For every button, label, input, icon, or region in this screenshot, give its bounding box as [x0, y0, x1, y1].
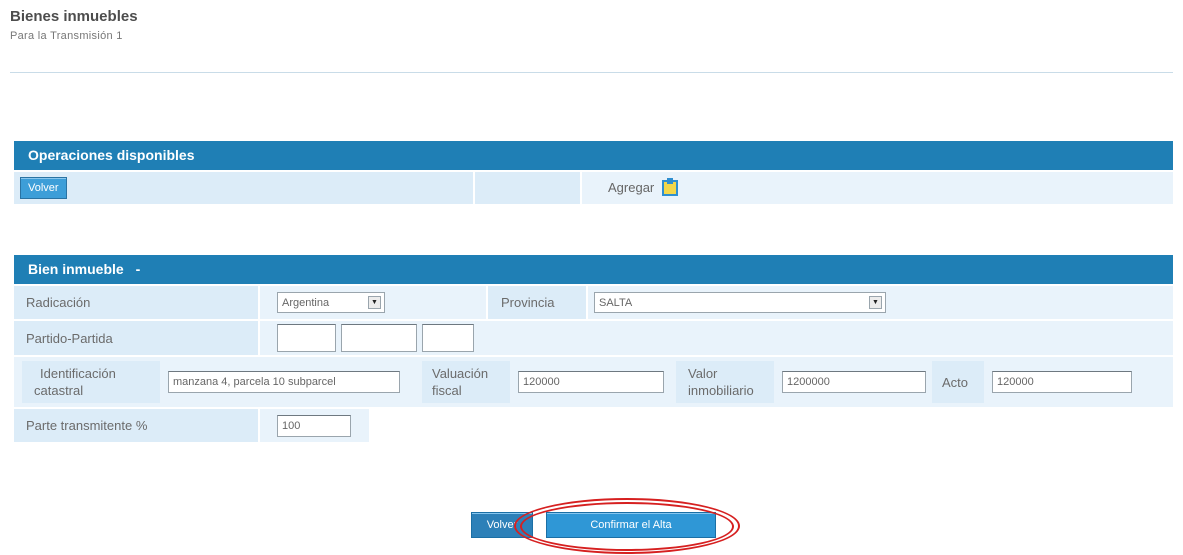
- acto-label: Acto: [942, 374, 969, 390]
- parte-input[interactable]: [277, 414, 351, 437]
- parte-label-cell: Parte transmitente %: [14, 409, 260, 442]
- valor-input[interactable]: [782, 371, 926, 393]
- provincia-value-cell: SALTA ▼: [588, 286, 1173, 319]
- provincia-select[interactable]: SALTA ▼: [594, 292, 886, 313]
- valuacion-label-line2: fiscal: [432, 383, 462, 398]
- page-title: Bienes inmuebles: [10, 8, 138, 25]
- operaciones-agregar-cell: Agregar: [582, 172, 1173, 204]
- chevron-down-icon[interactable]: ▼: [869, 296, 882, 309]
- agregar-link[interactable]: Agregar: [608, 178, 678, 197]
- footer-volver-button[interactable]: Volver: [471, 512, 533, 538]
- radicacion-label-cell: Radicación: [14, 286, 260, 319]
- valor-label-line2: inmobiliario: [688, 383, 754, 398]
- operaciones-panel: Operaciones disponibles Volver Agregar: [14, 141, 1173, 204]
- partido-label: Partido-Partida: [26, 330, 113, 346]
- catastral-row: Identificación catastral Valuación fisca…: [14, 355, 1173, 407]
- valuacion-input[interactable]: [518, 371, 664, 393]
- radicacion-label: Radicación: [26, 295, 91, 310]
- bien-header-title: Bien inmueble: [28, 261, 124, 277]
- partido-row: Partido-Partida: [14, 319, 1173, 355]
- identificacion-value-cell: [160, 357, 422, 407]
- provincia-label: Provincia: [501, 295, 555, 310]
- radicacion-value-cell: Argentina ▼: [260, 286, 488, 319]
- provincia-label-cell: Provincia: [488, 286, 588, 319]
- valuacion-value-cell: [510, 357, 676, 407]
- valuacion-label: Valuación fiscal: [432, 365, 488, 399]
- acto-input[interactable]: [992, 371, 1132, 393]
- valuacion-label-cell: Valuación fiscal: [422, 361, 510, 403]
- valor-label-line1: Valor: [688, 366, 718, 381]
- parte-row: Parte transmitente %: [14, 407, 1173, 442]
- agregar-label: Agregar: [608, 179, 655, 195]
- radicacion-selected: Argentina: [282, 296, 330, 309]
- partido-label-cell: Partido-Partida: [14, 321, 260, 355]
- partido-input-1[interactable]: [277, 324, 336, 352]
- acto-value-cell: [984, 357, 1173, 407]
- operaciones-spacer-cell: [475, 172, 582, 204]
- identificacion-label-cell: Identificación catastral: [22, 361, 160, 403]
- valuacion-label-line1: Valuación: [432, 366, 489, 381]
- parte-spacer-cell: [371, 409, 1173, 442]
- identificacion-label: Identificación catastral: [34, 365, 116, 399]
- parte-label: Parte transmitente %: [26, 418, 148, 433]
- collapse-toggle[interactable]: -: [136, 261, 141, 277]
- partido-input-3[interactable]: [422, 324, 474, 352]
- operaciones-volver-button[interactable]: Volver: [20, 177, 67, 199]
- add-document-icon[interactable]: [661, 178, 678, 197]
- partido-inputs-cell: [260, 321, 1173, 355]
- valor-label: Valor inmobiliario: [688, 365, 754, 399]
- identificacion-input[interactable]: [168, 371, 400, 393]
- identificacion-label-line1: Identificación: [40, 366, 116, 381]
- valor-value-cell: [774, 357, 932, 407]
- partido-input-2[interactable]: [341, 324, 417, 352]
- radicacion-row: Radicación Argentina ▼ Provincia SALTA ▼: [14, 284, 1173, 319]
- operaciones-row: Volver Agregar: [14, 170, 1173, 204]
- provincia-selected: SALTA: [599, 296, 633, 309]
- bien-panel: Bien inmueble - Radicación Argentina ▼ P…: [14, 255, 1173, 442]
- valor-label-cell: Valor inmobiliario: [676, 361, 774, 403]
- acto-label-cell: Acto: [932, 361, 984, 403]
- operaciones-header: Operaciones disponibles: [14, 141, 1173, 170]
- title-divider: [10, 72, 1173, 73]
- operaciones-volver-cell: Volver: [14, 172, 475, 204]
- bien-header[interactable]: Bien inmueble -: [14, 255, 1173, 284]
- radicacion-select[interactable]: Argentina ▼: [277, 292, 385, 313]
- parte-value-cell: [260, 409, 371, 442]
- chevron-down-icon[interactable]: ▼: [368, 296, 381, 309]
- identificacion-label-line2: catastral: [34, 383, 84, 398]
- confirmar-alta-button[interactable]: Confirmar el Alta: [546, 512, 716, 538]
- page-subtitle: Para la Transmisión 1: [10, 30, 123, 42]
